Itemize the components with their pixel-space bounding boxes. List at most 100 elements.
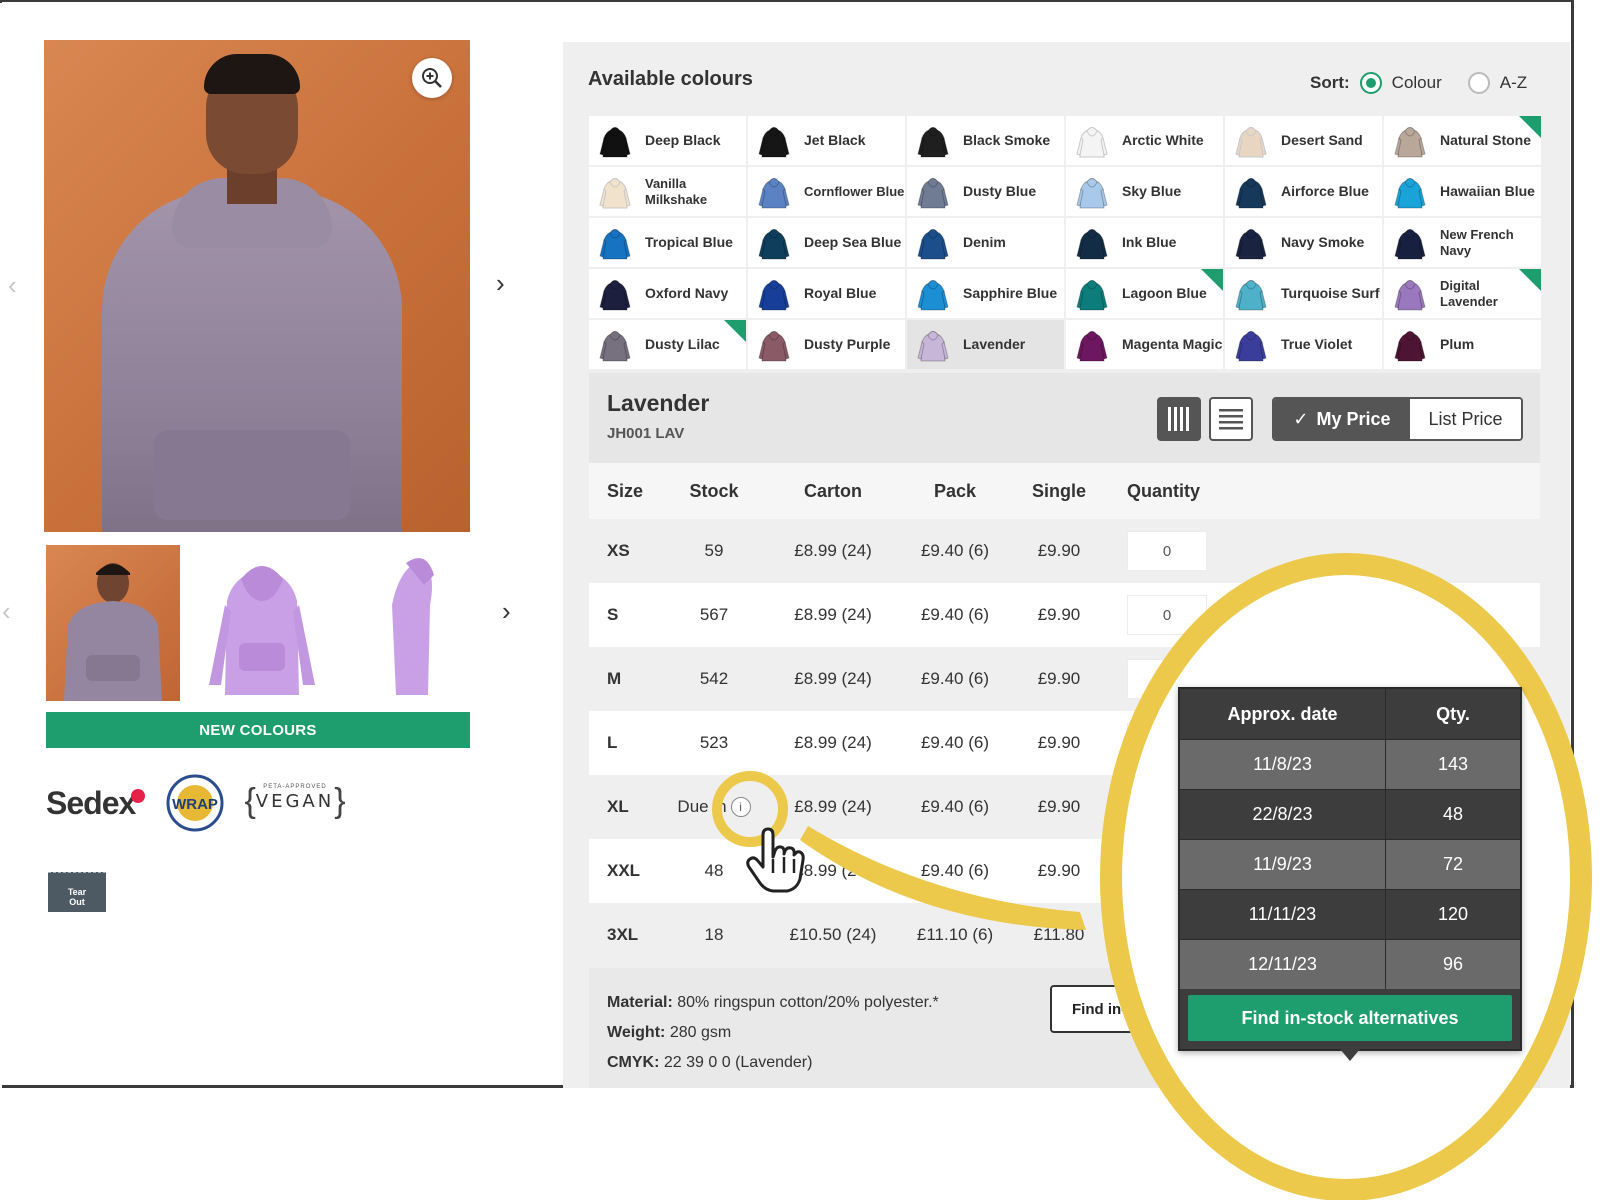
cell-carton: £8.99 (24)	[769, 797, 897, 817]
swatch-royal-blue[interactable]: Royal Blue	[748, 269, 905, 318]
cell-single-text: £9.90	[1037, 861, 1081, 880]
cell-single-text: £9.90	[1037, 605, 1081, 624]
header-pack: Pack	[933, 480, 977, 501]
cell-size: XL	[589, 797, 659, 817]
header-size: Size	[607, 480, 644, 501]
swatch-denim[interactable]: Denim	[907, 218, 1064, 267]
prev-thumb-arrow-icon[interactable]: ‹	[2, 598, 11, 624]
swatch-arctic-white[interactable]: Arctic White	[1066, 116, 1223, 165]
swatch-ink-blue[interactable]: Ink Blue	[1066, 218, 1223, 267]
cell-stock: 542	[659, 669, 769, 689]
swatch-label: Hawaiian Blue	[1440, 183, 1535, 199]
cell-single: £9.90	[1013, 605, 1105, 625]
cell-carton-text: £8.99 (24)	[794, 605, 872, 624]
swatch-airforce-blue[interactable]: Airforce Blue	[1225, 167, 1382, 216]
sort-colour-radio[interactable]	[1359, 72, 1382, 94]
sort-az-radio[interactable]	[1467, 72, 1490, 94]
swatch-label: Deep Black	[645, 132, 721, 148]
swatch-vanilla-milkshake[interactable]: Vanilla Milkshake	[589, 167, 746, 216]
sedex-dot-icon	[131, 789, 146, 803]
hand-cursor-icon	[746, 827, 805, 893]
swatch-true-violet[interactable]: True Violet	[1225, 320, 1382, 369]
black-smoke-hoodie-icon	[917, 126, 949, 157]
prev-photo-arrow-icon[interactable]: ‹	[8, 272, 17, 298]
vegan-logo: PETA-APPROVED { VEGAN }	[244, 782, 345, 820]
grid-view-button[interactable]	[1157, 397, 1201, 441]
tooltip-qty: 48	[1442, 804, 1464, 824]
sky-blue-hoodie-icon	[1076, 177, 1108, 208]
thumbnail-front[interactable]	[195, 545, 329, 701]
list-view-button[interactable]	[1209, 397, 1253, 441]
swatch-deep-sea-blue[interactable]: Deep Sea Blue	[748, 218, 905, 267]
cell-size-text: L	[607, 733, 618, 752]
swatch-label: Tropical Blue	[645, 234, 733, 250]
cell-size-text: S	[607, 605, 619, 624]
thumbnail-side[interactable]	[344, 545, 478, 701]
wrap-badge-icon: WRAP	[166, 774, 224, 832]
swatch-deep-black[interactable]: Deep Black	[589, 116, 746, 165]
cell-stock-text: 48	[704, 861, 724, 880]
my-price-button[interactable]: ✓ My Price	[1274, 399, 1410, 439]
swatch-sky-blue[interactable]: Sky Blue	[1066, 167, 1223, 216]
swatch-label: New French Navy	[1440, 226, 1514, 258]
swatch-new-french-navy[interactable]: New French Navy	[1384, 218, 1541, 267]
list-price-label: List Price	[1428, 408, 1503, 429]
swatch-cornflower-blue[interactable]: Cornflower Blue	[748, 167, 905, 216]
list-price-button[interactable]: List Price	[1410, 399, 1521, 439]
cell-pack-text: £11.10 (6)	[916, 925, 994, 944]
thumbnail-side-image	[392, 558, 434, 695]
swatch-label: Cornflower Blue	[804, 183, 905, 199]
model-hair	[204, 54, 300, 94]
next-thumb-arrow-icon[interactable]: ›	[502, 598, 511, 624]
swatch-hawaiian-blue[interactable]: Hawaiian Blue	[1384, 167, 1541, 216]
new-colours-banner: NEW COLOURS	[46, 712, 470, 748]
selected-colour-name: Lavender	[607, 390, 710, 416]
cell-pack: £9.40 (6)	[897, 733, 1013, 753]
cell-carton-text: £8.99 (24)	[794, 797, 872, 816]
checkmark-icon: ✓	[1293, 408, 1309, 429]
swatch-black-smoke[interactable]: Black Smoke	[907, 116, 1064, 165]
swatch-navy-smoke[interactable]: Navy Smoke	[1225, 218, 1382, 267]
turquoise-surf-hoodie-icon	[1235, 279, 1267, 310]
cell-size: L	[589, 733, 659, 753]
tear-out-button[interactable]: Tear Out	[48, 872, 106, 912]
swatch-lavender[interactable]: Lavender	[907, 320, 1064, 369]
swatch-oxford-navy[interactable]: Oxford Navy	[589, 269, 746, 318]
swatch-tropical-blue[interactable]: Tropical Blue	[589, 218, 746, 267]
cell-single: £9.90	[1013, 733, 1105, 753]
cell-single: £9.90	[1013, 669, 1105, 689]
find-in-stock-alternatives-button[interactable]: Find in-stock alternatives	[1188, 995, 1512, 1041]
sapphire-blue-hoodie-icon	[917, 279, 949, 310]
swatch-jet-black[interactable]: Jet Black	[748, 116, 905, 165]
spec-weight-value: 280 gsm	[669, 1024, 732, 1041]
swatch-dusty-purple[interactable]: Dusty Purple	[748, 320, 905, 369]
quantity-input[interactable]	[1127, 531, 1207, 571]
thumbnail-front-image	[209, 566, 315, 695]
swatch-turquoise-surf[interactable]: Turquoise Surf	[1225, 269, 1382, 318]
cell-single-text: £9.90	[1037, 733, 1081, 752]
swatch-dusty-lilac[interactable]: Dusty Lilac	[589, 320, 746, 369]
swatch-magenta-magic[interactable]: Magenta Magic	[1066, 320, 1223, 369]
lavender-hoodie-icon	[917, 330, 949, 361]
airforce-blue-hoodie-icon	[1235, 177, 1267, 208]
swatch-lagoon-blue[interactable]: Lagoon Blue	[1066, 269, 1223, 318]
zoom-in-icon	[422, 68, 442, 88]
swatch-sapphire-blue[interactable]: Sapphire Blue	[907, 269, 1064, 318]
thumbnail-model[interactable]	[46, 545, 180, 701]
swatch-desert-sand[interactable]: Desert Sand	[1225, 116, 1382, 165]
swatch-plum[interactable]: Plum	[1384, 320, 1541, 369]
swatch-label: Plum	[1440, 336, 1475, 352]
sort-colour-label: Colour	[1391, 73, 1442, 92]
hawaiian-blue-hoodie-icon	[1394, 177, 1426, 208]
next-photo-arrow-icon[interactable]: ›	[496, 270, 505, 296]
swatch-digital-lavender[interactable]: Digital Lavender	[1384, 269, 1541, 318]
deep-sea-blue-hoodie-icon	[758, 228, 790, 259]
swatch-label: Vanilla Milkshake	[645, 175, 708, 207]
cell-single-text: £11.80	[1033, 925, 1085, 944]
swatch-dusty-blue[interactable]: Dusty Blue	[907, 167, 1064, 216]
cell-size: S	[589, 605, 659, 625]
zoom-button[interactable]	[412, 58, 452, 98]
new-colour-flag-icon	[1519, 116, 1541, 138]
swatch-natural-stone[interactable]: Natural Stone	[1384, 116, 1541, 165]
swatch-label: Dusty Blue	[963, 183, 1037, 199]
